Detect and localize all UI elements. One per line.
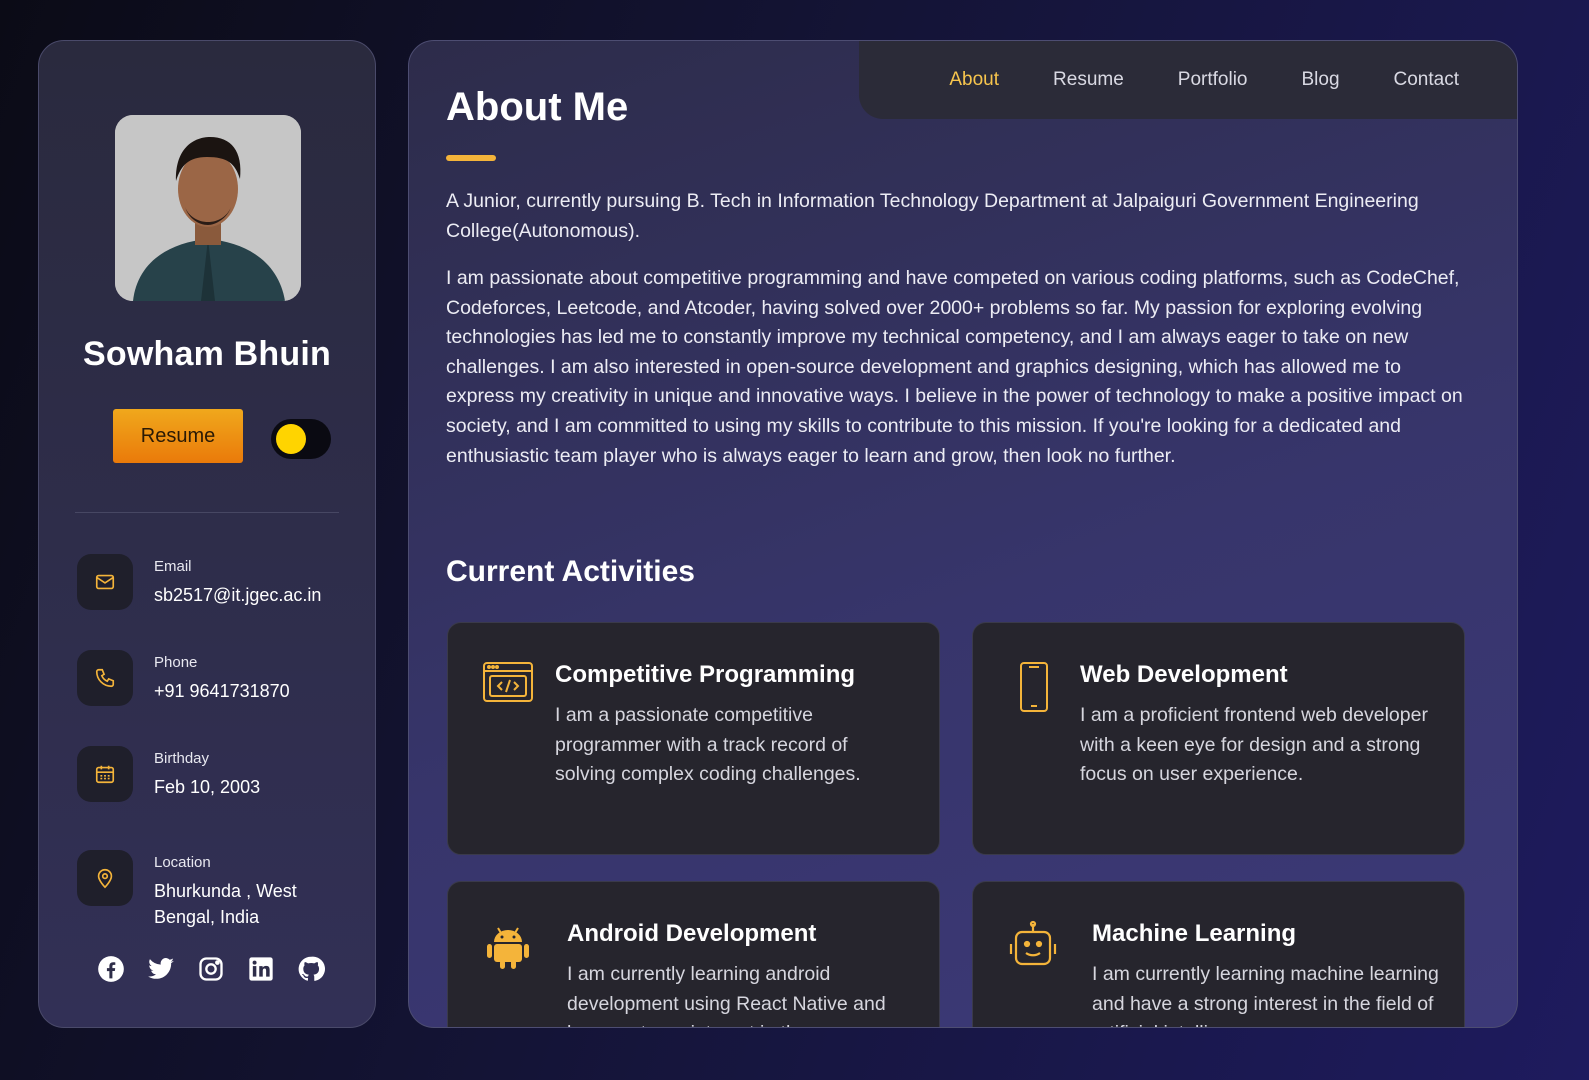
top-navbar: About Resume Portfolio Blog Contact xyxy=(859,41,1517,119)
profile-sidebar: Sowham Bhuin Resume Email sb2517@it.jgec… xyxy=(38,40,376,1028)
smartphone-icon xyxy=(1007,661,1059,713)
robot-icon xyxy=(1007,920,1059,972)
android-icon xyxy=(482,920,534,972)
contact-value[interactable]: +91 9641731870 xyxy=(154,678,344,704)
activity-title: Competitive Programming xyxy=(555,661,856,688)
contact-label: Birthday xyxy=(154,750,210,767)
phone-icon xyxy=(77,650,133,706)
facebook-icon[interactable] xyxy=(97,955,125,983)
activity-card: Machine Learning I am currently learning… xyxy=(972,881,1465,1027)
linkedin-icon[interactable] xyxy=(247,955,275,983)
twitter-icon[interactable] xyxy=(147,955,175,983)
divider xyxy=(75,512,339,513)
section-title-activities: Current Activities xyxy=(446,555,695,588)
nav-contact[interactable]: Contact xyxy=(1394,69,1459,91)
contact-value: Feb 10, 2003 xyxy=(154,777,261,797)
theme-toggle[interactable] xyxy=(271,419,331,459)
instagram-icon[interactable] xyxy=(197,955,225,983)
nav-blog[interactable]: Blog xyxy=(1301,69,1339,91)
page-title: About Me xyxy=(446,85,629,129)
nav-portfolio[interactable]: Portfolio xyxy=(1178,69,1248,91)
mail-icon xyxy=(77,554,133,610)
social-links xyxy=(97,955,325,983)
activity-title: Web Development xyxy=(1080,661,1288,688)
nav-about[interactable]: About xyxy=(949,69,999,91)
activity-card: Web Development I am a proficient fronte… xyxy=(972,622,1465,855)
contact-label: Phone xyxy=(154,654,198,671)
avatar xyxy=(115,115,301,301)
location-pin-icon xyxy=(77,850,133,906)
contact-label: Email xyxy=(154,558,192,575)
activity-title: Android Development xyxy=(567,920,817,947)
activity-card: Competitive Programming I am a passionat… xyxy=(447,622,940,855)
toggle-knob xyxy=(276,424,306,454)
activity-card: Android Development I am currently learn… xyxy=(447,881,940,1027)
activity-title: Machine Learning xyxy=(1092,920,1297,947)
activity-text: I am a passionate competitive programmer… xyxy=(555,704,861,786)
title-underline xyxy=(446,155,496,161)
activity-text: I am currently learning machine learning… xyxy=(1092,963,1439,1027)
nav-resume[interactable]: Resume xyxy=(1053,69,1124,91)
activity-text: I am currently learning android developm… xyxy=(567,963,886,1027)
code-window-icon xyxy=(482,661,534,713)
activity-text: I am a proficient frontend web developer… xyxy=(1080,704,1428,786)
contact-label: Location xyxy=(154,854,211,871)
contact-value: Bhurkunda , West Bengal, India xyxy=(154,881,297,927)
contact-value[interactable]: sb2517@it.jgec.ac.in xyxy=(154,582,344,608)
github-icon[interactable] xyxy=(297,955,325,983)
main-panel: About Resume Portfolio Blog Contact Abou… xyxy=(408,40,1518,1028)
about-paragraph-1: A Junior, currently pursuing B. Tech in … xyxy=(446,190,1419,242)
profile-name: Sowham Bhuin xyxy=(83,335,331,373)
about-paragraph-2: I am passionate about competitive progra… xyxy=(446,267,1463,467)
calendar-icon xyxy=(77,746,133,802)
resume-button[interactable]: Resume xyxy=(113,409,243,463)
